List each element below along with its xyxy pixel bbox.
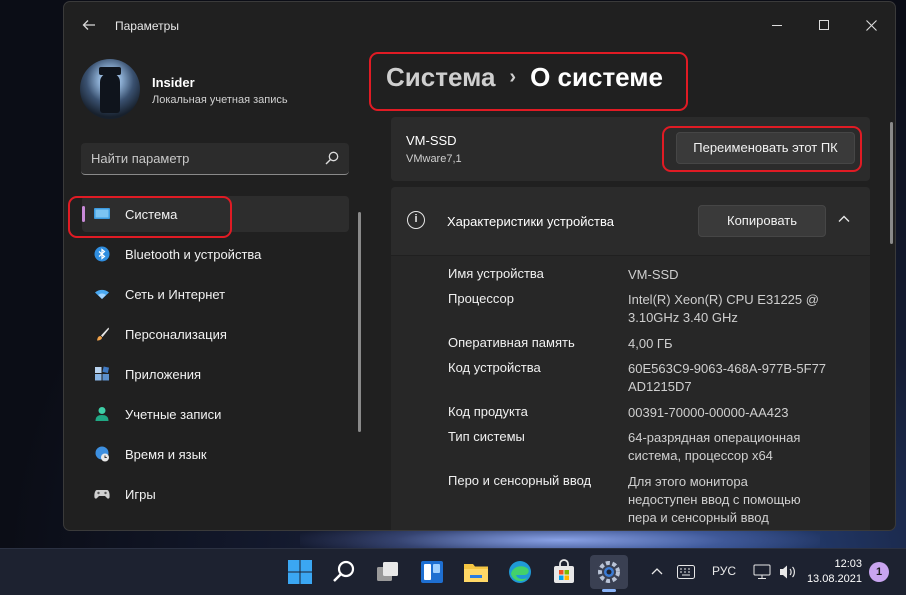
close-button[interactable] bbox=[848, 8, 894, 40]
window-title: Параметры bbox=[115, 19, 179, 33]
close-icon bbox=[865, 19, 877, 31]
file-explorer-icon[interactable] bbox=[461, 557, 491, 587]
keyboard-icon[interactable] bbox=[677, 565, 695, 579]
spec-key: Процессор bbox=[448, 291, 514, 306]
chevron-up-icon[interactable] bbox=[838, 213, 850, 225]
sidebar-item-label: Игры bbox=[125, 487, 156, 502]
sidebar-item-label: Сеть и Интернет bbox=[125, 287, 226, 302]
store-icon[interactable] bbox=[549, 557, 579, 587]
device-specs-header[interactable]: i Характеристики устройства Копировать bbox=[391, 187, 870, 255]
notification-badge[interactable]: 1 bbox=[869, 562, 889, 582]
sidebar-item-accounts[interactable]: Учетные записи bbox=[82, 396, 349, 432]
brush-icon bbox=[97, 327, 109, 341]
highlight-box-system bbox=[68, 196, 232, 238]
edge-icon[interactable] bbox=[505, 557, 535, 587]
device-specs-title: Характеристики устройства bbox=[447, 214, 614, 229]
spec-value: 64-разрядная операционная система, проце… bbox=[628, 430, 801, 463]
pc-name: VM-SSD bbox=[406, 133, 457, 148]
minimize-icon bbox=[772, 24, 782, 26]
spec-value: VM-SSD bbox=[628, 267, 679, 282]
back-button[interactable] bbox=[78, 14, 100, 36]
network-icon[interactable] bbox=[753, 564, 771, 580]
avatar-figure bbox=[100, 73, 120, 113]
user-name: Insider bbox=[152, 75, 195, 90]
arrow-left-icon bbox=[82, 20, 95, 30]
main-scrollbar[interactable] bbox=[890, 122, 893, 244]
widgets-icon[interactable] bbox=[417, 557, 447, 587]
settings-window: Параметры Insider Локальная учетная запи… bbox=[63, 1, 896, 531]
search-input[interactable] bbox=[81, 143, 311, 174]
account-type: Локальная учетная запись bbox=[152, 94, 288, 106]
spec-value: Для этого монитора недоступен ввод с пом… bbox=[628, 474, 801, 525]
taskbar-clock[interactable]: 12:03 13.08.2021 bbox=[806, 557, 862, 587]
highlight-box-rename bbox=[662, 126, 862, 172]
minimize-button[interactable] bbox=[754, 8, 800, 40]
task-view-icon[interactable] bbox=[373, 557, 403, 587]
spec-key: Код устройства bbox=[448, 360, 541, 375]
wifi-icon bbox=[95, 289, 109, 299]
sidebar-item-network[interactable]: Сеть и Интернет bbox=[82, 276, 349, 312]
chevron-up-icon[interactable] bbox=[651, 566, 663, 578]
active-app-indicator bbox=[602, 589, 616, 592]
bluetooth-icon bbox=[94, 246, 110, 262]
search-icon[interactable] bbox=[325, 151, 339, 165]
gamepad-icon bbox=[94, 490, 110, 499]
spec-key: Тип системы bbox=[448, 429, 525, 444]
spec-key: Код продукта bbox=[448, 404, 528, 419]
sidebar-nav: Система Bluetooth и устройства Сеть и Ин… bbox=[64, 196, 354, 516]
sidebar-item-label: Bluetooth и устройства bbox=[125, 247, 262, 262]
clock-date: 13.08.2021 bbox=[806, 573, 862, 585]
settings-icon bbox=[598, 561, 620, 583]
spec-value: 00391-70000-00000-AA423 bbox=[628, 405, 789, 420]
person-icon bbox=[95, 407, 109, 421]
globe-clock-icon bbox=[95, 446, 109, 462]
maximize-button[interactable] bbox=[801, 8, 847, 40]
sidebar-item-apps[interactable]: Приложения bbox=[82, 356, 349, 392]
spec-value: Intel(R) Xeon(R) CPU E31225 @ 3.10GHz 3.… bbox=[628, 292, 819, 325]
sidebar-item-label: Учетные записи bbox=[125, 407, 222, 422]
sidebar-item-time-language[interactable]: Время и язык bbox=[82, 436, 349, 472]
info-icon: i bbox=[407, 211, 425, 229]
avatar[interactable] bbox=[80, 59, 140, 119]
sidebar-scrollbar[interactable] bbox=[358, 212, 361, 432]
maximize-icon bbox=[819, 20, 829, 31]
sidebar-item-label: Приложения bbox=[125, 367, 202, 382]
device-specs-body: Имя устройства VM-SSD Процессор Intel(R)… bbox=[391, 256, 870, 530]
title-bar[interactable]: Параметры bbox=[64, 2, 895, 48]
spec-key: Имя устройства bbox=[448, 266, 544, 281]
clock-time: 12:03 bbox=[834, 558, 862, 570]
search-icon[interactable] bbox=[329, 557, 359, 587]
apps-icon bbox=[95, 366, 110, 381]
search-box[interactable] bbox=[81, 143, 349, 175]
highlight-box-breadcrumb bbox=[369, 52, 688, 111]
copy-button[interactable]: Копировать bbox=[698, 205, 826, 237]
sidebar-item-bluetooth[interactable]: Bluetooth и устройства bbox=[82, 236, 349, 272]
spec-value: 60E563C9-9063-468A-977B-5F77AD1215D7 bbox=[628, 361, 827, 394]
taskbar: РУС 12:03 13.08.2021 1 bbox=[0, 548, 906, 595]
settings-taskbar-button[interactable] bbox=[590, 555, 628, 592]
sidebar-item-label: Персонализация bbox=[125, 327, 227, 342]
volume-icon[interactable] bbox=[779, 564, 797, 580]
windows-start-icon[interactable] bbox=[285, 557, 315, 587]
language-indicator[interactable]: РУС bbox=[712, 564, 736, 578]
sidebar-item-gaming[interactable]: Игры bbox=[82, 476, 349, 512]
spec-value: 4,00 ГБ bbox=[628, 336, 673, 351]
pc-model: VMware7,1 bbox=[406, 153, 462, 165]
sidebar-item-label: Время и язык bbox=[125, 447, 207, 462]
spec-key: Перо и сенсорный ввод bbox=[448, 473, 592, 488]
sidebar-item-personalization[interactable]: Персонализация bbox=[82, 316, 349, 352]
spec-key: Оперативная память bbox=[448, 335, 575, 350]
